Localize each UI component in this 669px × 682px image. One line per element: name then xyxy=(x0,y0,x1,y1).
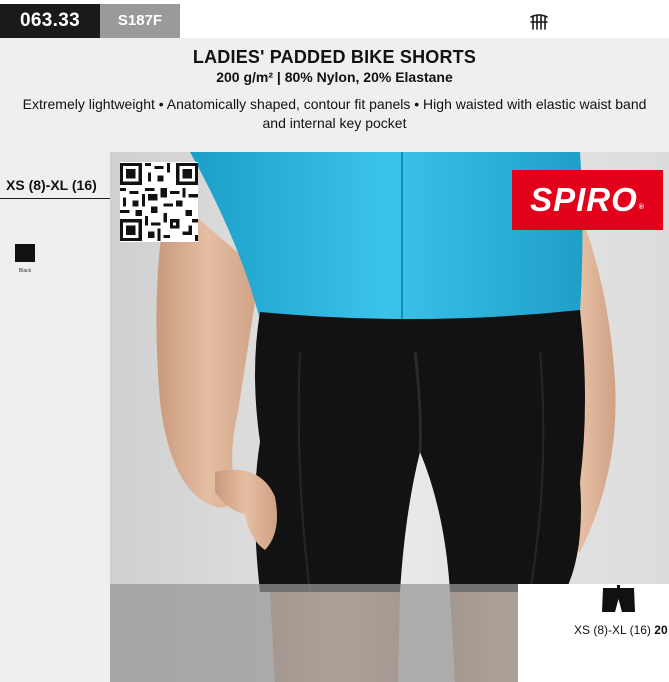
grey-overlay xyxy=(110,584,518,682)
color-swatch-black xyxy=(15,244,35,262)
product-subtitle: 200 g/m² | 80% Nylon, 20% Elastane xyxy=(216,69,453,85)
brand-logo-registered: ® xyxy=(638,204,645,211)
qr-code xyxy=(120,162,198,242)
packaging-quantity: 20 xyxy=(654,623,668,637)
product-header: LADIES' PADDED BIKE SHORTS 200 g/m² | 80… xyxy=(0,38,669,152)
brand-logo: SPIRO® xyxy=(512,170,663,230)
size-sidebar: XS (8)-XL (16) Black xyxy=(0,152,110,682)
care-symbol-icon xyxy=(530,14,548,30)
divider xyxy=(0,198,110,199)
packaging-info: XS (8)-XL (16) 20 xyxy=(574,623,668,637)
brand-logo-text: SPIRO xyxy=(530,181,638,218)
shorts-icon xyxy=(602,585,635,612)
packaging-size-range: XS (8)-XL (16) xyxy=(574,623,651,637)
product-ref: S187F xyxy=(100,4,180,38)
color-swatch-label: Black xyxy=(18,268,32,274)
product-title: LADIES' PADDED BIKE SHORTS xyxy=(192,47,477,67)
product-description: Extremely lightweight • Anatomically sha… xyxy=(22,96,647,131)
size-range-label: XS (8)-XL (16) xyxy=(6,177,97,193)
product-code: 063.33 xyxy=(0,4,100,38)
